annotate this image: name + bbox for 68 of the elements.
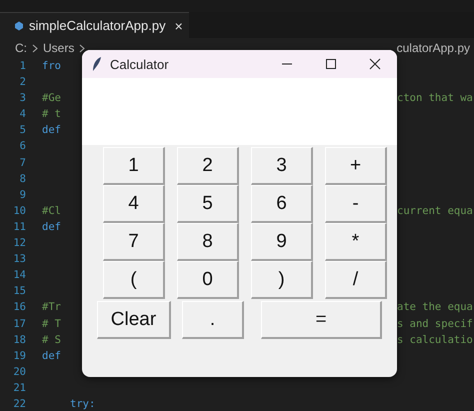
line-number: 4: [18, 107, 27, 122]
calculator-key[interactable]: (: [103, 261, 165, 299]
chevron-icon: [32, 44, 38, 52]
breadcrumb-item[interactable]: Users: [43, 41, 74, 55]
equals-button[interactable]: =: [261, 301, 382, 339]
calculator-key[interactable]: 4: [103, 185, 165, 223]
display-field[interactable]: [82, 78, 397, 145]
chevron-icon: [79, 44, 86, 52]
calculator-key[interactable]: +: [325, 147, 387, 185]
line-number: 20: [12, 364, 27, 380]
calculator-key[interactable]: 7: [103, 223, 165, 261]
line-number: 15: [12, 284, 27, 300]
line-number: 10: [12, 204, 27, 219]
code-text: fro: [42, 60, 61, 72]
line-number: 1: [18, 59, 27, 74]
code-text: # S: [42, 334, 61, 346]
close-tab-button[interactable]: ×: [174, 18, 183, 34]
calculator-key[interactable]: 0: [177, 261, 239, 299]
line-number: 22: [12, 396, 27, 411]
calculator-key[interactable]: 8: [177, 223, 239, 261]
code-text: try:: [69, 398, 96, 410]
code-text: s calculatio: [397, 334, 473, 346]
decimal-key[interactable]: .: [182, 301, 244, 339]
line-number: 13: [12, 252, 27, 268]
clear-button[interactable]: Clear: [97, 301, 171, 339]
calculator-key[interactable]: 1: [103, 147, 165, 185]
line-number: 16: [12, 300, 27, 316]
breadcrumb-item[interactable]: C:: [15, 41, 27, 55]
code-text: def: [42, 350, 61, 362]
feather-icon: [92, 56, 102, 72]
calculator-key[interactable]: *: [325, 223, 387, 261]
code-text: ate the equa: [397, 301, 473, 314]
window-title: Calculator: [110, 56, 169, 72]
code-text: current equa: [397, 204, 473, 217]
line-number: 6: [18, 139, 27, 154]
line-number: 21: [12, 380, 27, 396]
line-number: 18: [12, 332, 27, 348]
line-number: 9: [18, 188, 27, 203]
code-text: # t: [42, 108, 61, 120]
breadcrumb-item[interactable]: culatorApp.py: [396, 41, 474, 55]
line-number: 17: [12, 316, 27, 332]
calculator-key[interactable]: 5: [177, 185, 239, 223]
line-number: 12: [12, 236, 27, 252]
line-number: 8: [18, 172, 27, 187]
line-number: 14: [12, 268, 27, 284]
line-number: 7: [18, 156, 27, 171]
editor-tab[interactable]: simpleCalculatorApp.py ×: [0, 12, 189, 38]
code-text: # T: [42, 318, 61, 330]
python-file-icon: [14, 20, 24, 30]
code-text: def: [42, 124, 61, 136]
code-text: #Ge: [42, 92, 61, 104]
line-number: 19: [12, 348, 27, 364]
line-number: 5: [18, 123, 27, 138]
calculator-key[interactable]: /: [325, 261, 387, 299]
code-text: cton that wa: [397, 92, 473, 104]
line-number: 3: [18, 91, 27, 106]
calculator-key[interactable]: 3: [251, 147, 313, 185]
line-number: 2: [18, 75, 27, 90]
code-text: s and specif: [397, 318, 473, 330]
code-text: #Cl: [42, 204, 61, 217]
code-text: def: [42, 220, 61, 233]
code-text: #Tr: [42, 301, 61, 314]
calculator-key[interactable]: 9: [251, 223, 313, 261]
calculator-key[interactable]: -: [325, 185, 387, 223]
line-number: 11: [12, 220, 27, 235]
calculator-key[interactable]: ): [251, 261, 313, 299]
calculator-key[interactable]: 6: [251, 185, 313, 223]
calculator-key[interactable]: 2: [177, 147, 239, 185]
